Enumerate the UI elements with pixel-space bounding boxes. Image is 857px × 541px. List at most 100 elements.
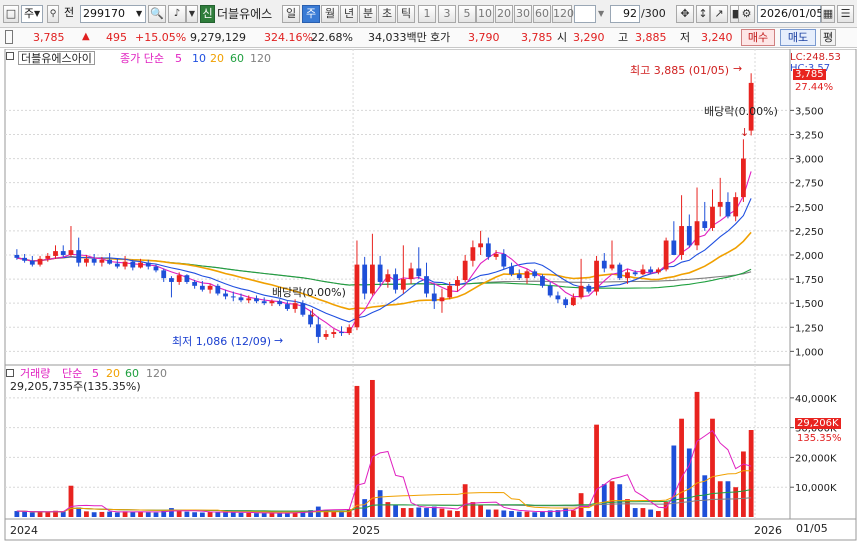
tab-tick[interactable]: 틱 bbox=[397, 5, 415, 23]
candle-body bbox=[555, 295, 561, 300]
chevron-down-icon[interactable]: ▼ bbox=[598, 5, 607, 23]
minute-3[interactable]: 3 bbox=[438, 5, 456, 23]
candle-body bbox=[516, 274, 522, 279]
candle-body bbox=[277, 301, 283, 305]
tab-month[interactable]: 월 bbox=[321, 5, 339, 23]
volume-panel-title[interactable]: 거래량 bbox=[20, 367, 50, 380]
volume-bar bbox=[640, 508, 646, 517]
candle-body bbox=[176, 275, 182, 282]
price-ma-label[interactable]: 종가 단순 bbox=[120, 52, 164, 65]
chevron-down-icon[interactable]: ▼ bbox=[34, 5, 43, 23]
candle-body bbox=[153, 266, 159, 271]
volume-ma-60[interactable]: 60 bbox=[125, 367, 139, 380]
candle-body bbox=[199, 285, 205, 290]
candle-body bbox=[207, 285, 213, 290]
chevron-down-icon[interactable]: ▼ bbox=[136, 5, 146, 23]
volume-bar bbox=[277, 513, 283, 517]
volume-ma-5[interactable]: 5 bbox=[92, 367, 99, 380]
dropdown-arrow-icon[interactable]: ▼ bbox=[186, 5, 198, 23]
arrow-right-icon: → bbox=[274, 334, 284, 347]
candle-body bbox=[261, 301, 267, 304]
settings-icon[interactable]: ☰ bbox=[837, 5, 854, 23]
candle-body bbox=[416, 268, 422, 277]
tab-second[interactable]: 초 bbox=[378, 5, 396, 23]
candle-body bbox=[679, 226, 684, 255]
candle-body bbox=[447, 285, 453, 298]
price-panel-title[interactable]: 더블유에스아이 bbox=[18, 51, 95, 65]
speaker-icon[interactable]: ♪ bbox=[168, 5, 186, 23]
candle-body bbox=[192, 281, 198, 286]
candle-body bbox=[702, 221, 708, 228]
candle-body bbox=[632, 272, 638, 275]
current-price: 3,785 bbox=[33, 31, 65, 44]
window-icon[interactable]: □ bbox=[3, 5, 19, 23]
volume-bar bbox=[14, 511, 20, 517]
sell-button[interactable]: 매도 bbox=[780, 29, 816, 46]
current-price-tag: 3,785 bbox=[793, 69, 826, 80]
volume-bar bbox=[184, 511, 190, 517]
calendar-icon[interactable]: ▦ bbox=[821, 5, 835, 23]
high-label: 고 bbox=[618, 31, 629, 44]
tab-minute[interactable]: 분 bbox=[359, 5, 377, 23]
minute-120[interactable]: 120 bbox=[552, 5, 574, 23]
quote-icon[interactable] bbox=[5, 30, 13, 44]
arrows-icon[interactable]: ↕ bbox=[696, 5, 710, 23]
candle-body bbox=[91, 258, 97, 263]
volume-bar bbox=[45, 512, 51, 517]
sin-badge: 신 bbox=[200, 5, 215, 23]
volume-bar bbox=[29, 512, 35, 517]
panel-toggle-icon[interactable] bbox=[6, 369, 14, 377]
chart-area[interactable]: 3,500 3,250 3,000 2,750 2,500 2,250 2,000 1,750… bbox=[0, 49, 857, 541]
eval-button[interactable]: 평 bbox=[820, 29, 836, 46]
price-tick-label: 2,250 bbox=[795, 227, 824, 238]
minute-5[interactable]: 5 bbox=[458, 5, 476, 23]
candle-body bbox=[269, 301, 275, 304]
candle-body bbox=[671, 240, 677, 255]
minute-10[interactable]: 10 bbox=[476, 5, 494, 23]
crosshair-icon[interactable]: ✥ bbox=[676, 5, 694, 23]
volume-ma-120[interactable]: 120 bbox=[146, 367, 167, 380]
prev-label: 전 bbox=[64, 6, 75, 19]
search-icon[interactable]: ⚲ bbox=[47, 5, 59, 23]
volume-bar bbox=[516, 511, 522, 517]
candle-body bbox=[53, 251, 58, 256]
tab-year[interactable]: 년 bbox=[340, 5, 358, 23]
volume-bar bbox=[393, 505, 398, 517]
count-input[interactable]: 92 bbox=[610, 5, 640, 23]
gear-icon[interactable]: ⚙ bbox=[738, 5, 755, 23]
candle-body bbox=[370, 264, 375, 294]
candle-body bbox=[431, 293, 437, 302]
volume-bar bbox=[37, 511, 43, 517]
chart-canvas[interactable]: 3,500 3,250 3,000 2,750 2,500 2,250 2,000 1,750… bbox=[0, 49, 857, 541]
price-ma-60[interactable]: 60 bbox=[230, 52, 244, 65]
candle-body bbox=[377, 264, 383, 282]
candle-body bbox=[663, 240, 669, 270]
candle-body bbox=[547, 285, 553, 296]
buy-button[interactable]: 매수 bbox=[741, 29, 775, 46]
tab-week[interactable]: 주 bbox=[302, 5, 320, 23]
price-ma-10[interactable]: 10 bbox=[192, 52, 206, 65]
export-icon[interactable]: ↗ bbox=[710, 5, 728, 23]
minute-1[interactable]: 1 bbox=[418, 5, 436, 23]
bid-price: 3,785 bbox=[521, 31, 553, 44]
candle-body bbox=[37, 258, 43, 265]
search-icon[interactable]: 🔍 bbox=[148, 5, 166, 23]
volume-bar bbox=[509, 511, 514, 517]
candle-body bbox=[470, 247, 476, 261]
price-ma-120[interactable]: 120 bbox=[250, 52, 271, 65]
minute-30[interactable]: 30 bbox=[514, 5, 532, 23]
minute-20[interactable]: 20 bbox=[495, 5, 513, 23]
price-tick-label: 3,250 bbox=[795, 130, 824, 141]
price-ma-5[interactable]: 5 bbox=[175, 52, 182, 65]
tab-day[interactable]: 일 bbox=[282, 5, 300, 23]
volume-ma-20[interactable]: 20 bbox=[106, 367, 120, 380]
volume-ma-label[interactable]: 단순 bbox=[62, 367, 82, 380]
candle-body bbox=[315, 324, 321, 337]
date-input[interactable]: 2026/01/05 bbox=[757, 5, 823, 23]
candle-body bbox=[540, 276, 545, 286]
custom-minute-input[interactable] bbox=[574, 5, 596, 23]
panel-toggle-icon[interactable] bbox=[6, 52, 14, 60]
minute-60[interactable]: 60 bbox=[533, 5, 551, 23]
candle-body bbox=[462, 260, 468, 281]
price-ma-20[interactable]: 20 bbox=[210, 52, 224, 65]
